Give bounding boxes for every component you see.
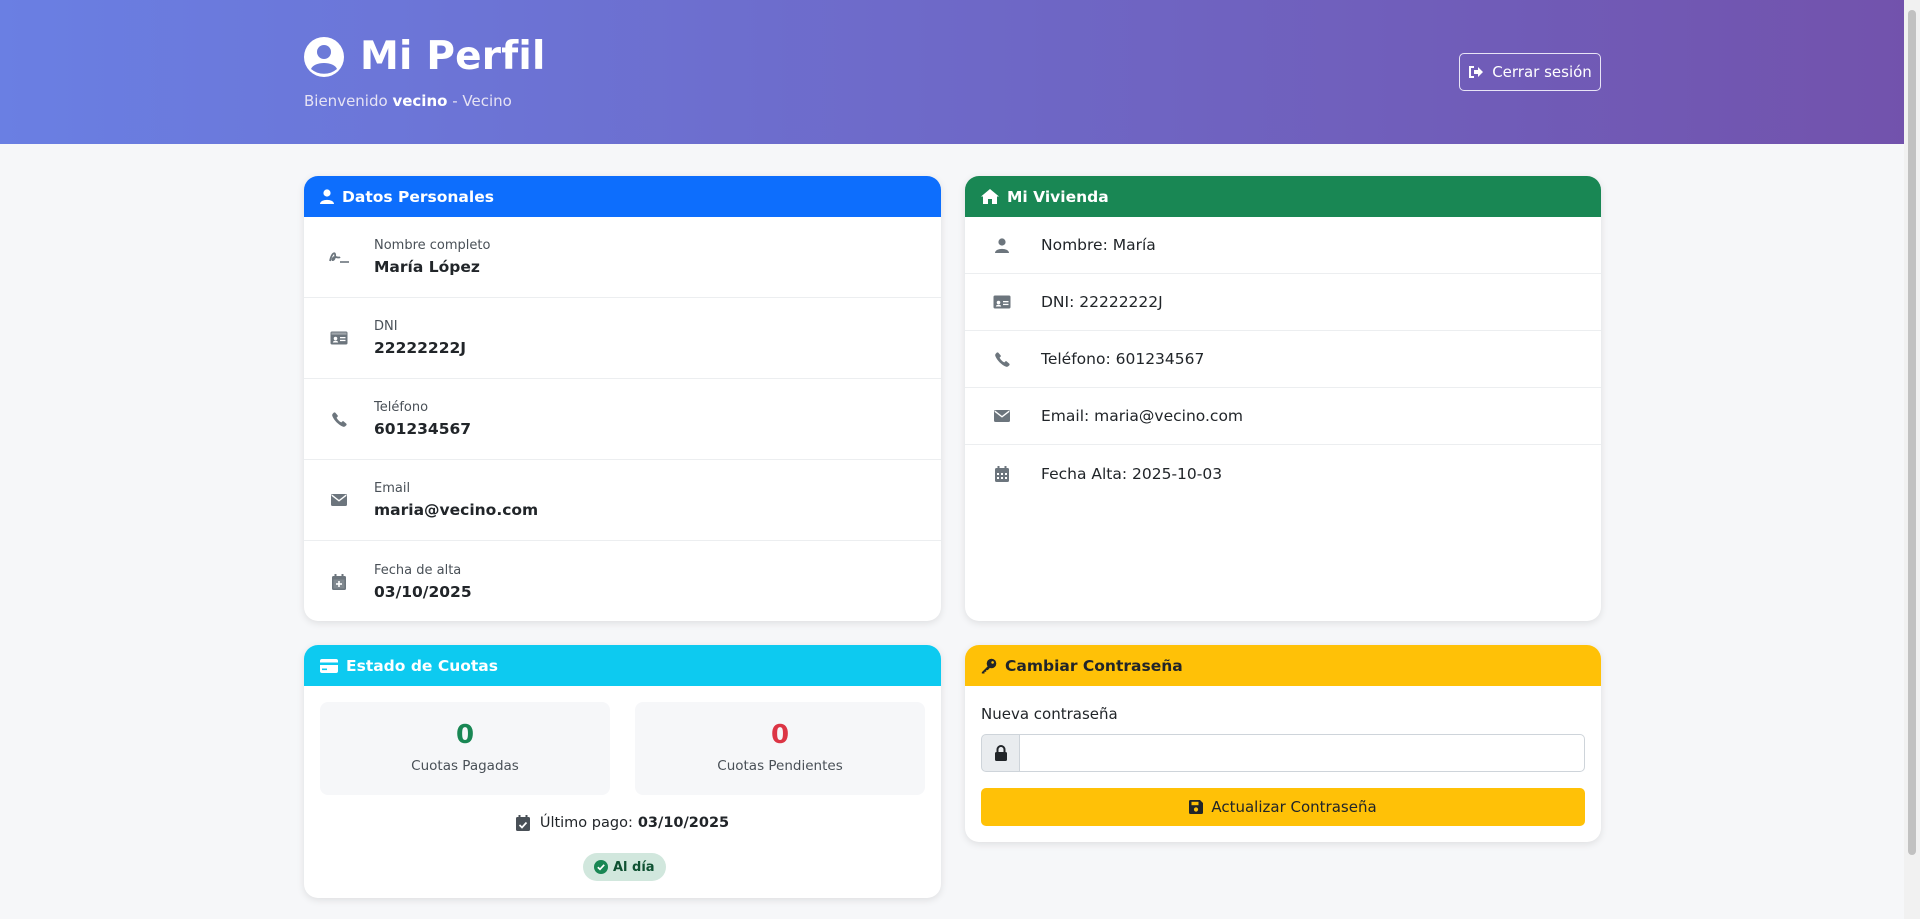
- info-row-phone: Teléfono 601234567: [304, 379, 941, 460]
- info-row-name: Nombre completo María López: [304, 217, 941, 298]
- housing-row-text: Email: maria@vecino.com: [1041, 407, 1244, 425]
- last-payment-label: Último pago:: [539, 815, 633, 831]
- sign-out-icon: [1469, 66, 1484, 78]
- paid-fees-label: Cuotas Pagadas: [411, 758, 519, 774]
- calendar-icon: [995, 465, 1009, 482]
- pending-fees-label: Cuotas Pendientes: [717, 758, 843, 774]
- user-icon: [995, 237, 1009, 253]
- housing-row-text: Fecha Alta: 2025-10-03: [1041, 464, 1223, 483]
- info-label: Fecha de alta: [374, 562, 462, 578]
- logout-label: Cerrar sesión: [1492, 63, 1592, 81]
- phone-icon: [331, 411, 347, 427]
- user-circle-icon: [304, 36, 344, 77]
- lock-icon: [994, 745, 1007, 761]
- id-card-icon: [330, 331, 348, 345]
- pending-fees-box: 0 Cuotas Pendientes: [635, 702, 925, 795]
- personal-data-header: Datos Personales: [304, 176, 941, 217]
- calendar-check-icon: [515, 815, 530, 831]
- save-icon: [1189, 800, 1204, 814]
- housing-header: Mi Vivienda: [965, 176, 1601, 217]
- fees-title: Estado de Cuotas: [346, 656, 498, 675]
- welcome-role: - Vecino: [452, 92, 512, 110]
- welcome-prefix: Bienvenido: [304, 92, 388, 110]
- check-circle-icon: [594, 860, 608, 874]
- fees-card: Estado de Cuotas 0 Cuotas Pagadas 0 Cuot…: [304, 645, 941, 898]
- new-password-group: [981, 734, 1585, 772]
- id-card-icon: [993, 295, 1011, 309]
- housing-row-phone: Teléfono: 601234567: [965, 331, 1601, 388]
- info-row-signup-date: Fecha de alta 03/10/2025: [304, 541, 941, 621]
- info-value: María López: [374, 258, 480, 276]
- scrollbar-thumb[interactable]: [1908, 10, 1916, 855]
- info-label: DNI: [374, 319, 398, 334]
- change-password-title: Cambiar Contraseña: [1005, 656, 1183, 675]
- housing-card: Mi Vivienda Nombre: María DNI: 22222222J: [965, 176, 1601, 621]
- housing-title: Mi Vivienda: [1007, 187, 1109, 206]
- signature-icon: [329, 252, 349, 263]
- page-scrollbar[interactable]: [1904, 0, 1920, 919]
- calendar-plus-icon: [332, 573, 346, 590]
- last-payment-date: 03/10/2025: [637, 815, 730, 831]
- new-password-input[interactable]: [1020, 734, 1585, 772]
- envelope-icon: [331, 494, 347, 506]
- paid-fees-box: 0 Cuotas Pagadas: [320, 702, 610, 795]
- housing-row-text: DNI: 22222222J: [1041, 293, 1163, 311]
- info-value: maria@vecino.com: [374, 501, 539, 519]
- credit-card-icon: [320, 658, 338, 673]
- info-value: 601234567: [374, 420, 472, 438]
- housing-row-text: Teléfono: 601234567: [1041, 350, 1205, 368]
- status-badge-label: Al día: [613, 859, 655, 875]
- user-icon: [320, 189, 334, 204]
- info-label: Nombre completo: [374, 238, 491, 253]
- housing-row-text: Nombre: María: [1041, 236, 1156, 254]
- pending-fees-count: 0: [770, 720, 790, 750]
- info-row-dni: DNI 22222222J: [304, 298, 941, 379]
- key-icon: [981, 658, 997, 673]
- personal-data-card: Datos Personales Nombre completo María L…: [304, 176, 941, 621]
- update-password-label: Actualizar Contraseña: [1211, 798, 1377, 816]
- housing-row-signup-date: Fecha Alta: 2025-10-03: [965, 445, 1601, 502]
- paid-fees-count: 0: [455, 720, 475, 750]
- title-row: Mi Perfil: [304, 34, 546, 79]
- status-badge: Al día: [583, 853, 666, 881]
- home-icon: [981, 189, 999, 204]
- page-title: Mi Perfil: [360, 34, 546, 79]
- info-value: 22222222J: [374, 339, 467, 357]
- phone-icon: [994, 351, 1010, 367]
- password-addon: [981, 734, 1020, 772]
- envelope-icon: [994, 410, 1010, 422]
- housing-row-email: Email: maria@vecino.com: [965, 388, 1601, 445]
- new-password-label: Nueva contraseña: [981, 705, 1118, 723]
- update-password-button[interactable]: Actualizar Contraseña: [981, 788, 1585, 826]
- info-value: 03/10/2025: [374, 582, 472, 601]
- welcome-text: Bienvenido vecino - Vecino: [304, 92, 512, 110]
- housing-row-name: Nombre: María: [965, 217, 1601, 274]
- fees-header: Estado de Cuotas: [304, 645, 941, 686]
- personal-data-title: Datos Personales: [342, 187, 494, 206]
- page-header: Mi Perfil Bienvenido vecino - Vecino Cer…: [0, 0, 1920, 144]
- last-payment: Último pago: 03/10/2025: [304, 815, 941, 831]
- welcome-username: vecino: [392, 92, 448, 110]
- logout-button[interactable]: Cerrar sesión: [1459, 53, 1601, 91]
- info-label: Teléfono: [374, 400, 429, 415]
- housing-row-dni: DNI: 22222222J: [965, 274, 1601, 331]
- info-row-email: Email maria@vecino.com: [304, 460, 941, 541]
- change-password-card: Cambiar Contraseña Nueva contraseña Actu…: [965, 645, 1601, 842]
- info-label: Email: [374, 481, 411, 496]
- change-password-header: Cambiar Contraseña: [965, 645, 1601, 686]
